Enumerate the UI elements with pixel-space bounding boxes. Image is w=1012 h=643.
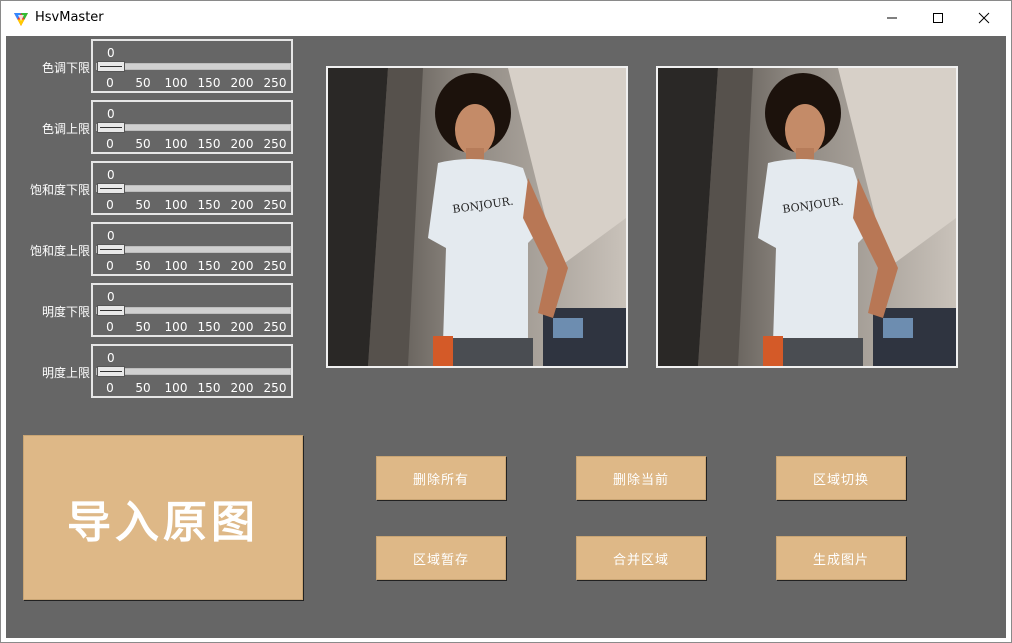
region-store-button[interactable]: 区域暂存 bbox=[376, 536, 506, 580]
photo-man-illustration: BONJOUR. bbox=[658, 68, 956, 366]
slider-tick-label: 150 bbox=[197, 137, 221, 151]
result-image: BONJOUR. bbox=[656, 66, 958, 368]
slider-tick-label: 150 bbox=[197, 259, 221, 273]
trackbar[interactable]: 0 0 50 100 150 200 250 bbox=[91, 283, 293, 337]
slider-tick-label: 200 bbox=[230, 381, 254, 395]
slider-tick-label: 100 bbox=[164, 320, 188, 334]
slider-label: 明度下限 bbox=[41, 305, 90, 319]
slider-thumb[interactable] bbox=[97, 244, 125, 255]
slider-tick-label: 0 bbox=[106, 137, 114, 151]
client-area: 色调下限 0 0 50 100 150 200 250 色调上限 0 0 50 100 150 200 250… bbox=[6, 36, 1006, 638]
slider-tick-label: 200 bbox=[230, 198, 254, 212]
slider-label: 饱和度下限 bbox=[29, 183, 90, 197]
slider-label: 色调上限 bbox=[41, 122, 90, 136]
slider-tick-label: 250 bbox=[263, 320, 287, 334]
maximize-button[interactable] bbox=[915, 1, 961, 35]
color-triangle-icon bbox=[14, 13, 28, 26]
trackbar[interactable]: 0 0 50 100 150 200 250 bbox=[91, 100, 293, 154]
slider-thumb[interactable] bbox=[97, 183, 125, 194]
trackbar[interactable]: 0 0 50 100 150 200 250 bbox=[91, 344, 293, 398]
close-button[interactable] bbox=[961, 1, 1007, 35]
slider-tick-label: 200 bbox=[230, 320, 254, 334]
app-window: HsvMaster 色调下限 0 0 50 100 150 200 250 色调上限 0 0 50 10… bbox=[0, 0, 1012, 643]
slider-value: 0 bbox=[107, 229, 115, 243]
generate-image-button[interactable]: 生成图片 bbox=[776, 536, 906, 580]
slider-tick-label: 50 bbox=[135, 198, 151, 212]
slider-tick-label: 200 bbox=[230, 137, 254, 151]
slider-tick-label: 250 bbox=[263, 137, 287, 151]
photo-man-illustration: BONJOUR. bbox=[328, 68, 626, 366]
minimize-icon bbox=[887, 17, 897, 19]
slider-track[interactable] bbox=[96, 244, 291, 255]
slider-track[interactable] bbox=[96, 122, 291, 133]
slider-thumb[interactable] bbox=[97, 366, 125, 377]
slider-label: 饱和度上限 bbox=[29, 244, 90, 258]
slider-tick-label: 50 bbox=[135, 137, 151, 151]
slider-tick-label: 50 bbox=[135, 76, 151, 90]
merge-regions-button[interactable]: 合并区域 bbox=[576, 536, 706, 580]
delete-all-button[interactable]: 删除所有 bbox=[376, 456, 506, 500]
maximize-icon bbox=[933, 13, 943, 23]
import-image-button[interactable]: 导入原图 bbox=[23, 435, 303, 600]
slider-tick-label: 50 bbox=[135, 320, 151, 334]
slider-tick-label: 50 bbox=[135, 259, 151, 273]
slider-tick-label: 250 bbox=[263, 198, 287, 212]
slider-tick-label: 100 bbox=[164, 198, 188, 212]
slider-value: 0 bbox=[107, 168, 115, 182]
slider-label: 色调下限 bbox=[41, 61, 90, 75]
slider-value: 0 bbox=[107, 46, 115, 60]
delete-current-button[interactable]: 删除当前 bbox=[576, 456, 706, 500]
slider-tick-label: 100 bbox=[164, 137, 188, 151]
title-bar: HsvMaster bbox=[1, 1, 1011, 35]
slider-tick-label: 250 bbox=[263, 381, 287, 395]
slider-label: 明度上限 bbox=[41, 366, 90, 380]
slider-track[interactable] bbox=[96, 183, 291, 194]
slider-tick-label: 0 bbox=[106, 320, 114, 334]
close-icon bbox=[978, 12, 990, 24]
slider-tick-label: 200 bbox=[230, 76, 254, 90]
slider-tick-label: 200 bbox=[230, 259, 254, 273]
slider-tick-label: 0 bbox=[106, 198, 114, 212]
slider-track[interactable] bbox=[96, 305, 291, 316]
slider-tick-label: 150 bbox=[197, 320, 221, 334]
slider-value: 0 bbox=[107, 290, 115, 304]
slider-tick-label: 250 bbox=[263, 259, 287, 273]
slider-tick-label: 50 bbox=[135, 381, 151, 395]
slider-tick-label: 100 bbox=[164, 76, 188, 90]
trackbar[interactable]: 0 0 50 100 150 200 250 bbox=[91, 39, 293, 93]
slider-tick-label: 150 bbox=[197, 198, 221, 212]
slider-tick-label: 150 bbox=[197, 76, 221, 90]
slider-tick-label: 150 bbox=[197, 381, 221, 395]
original-image: BONJOUR. bbox=[326, 66, 628, 368]
slider-value: 0 bbox=[107, 107, 115, 121]
slider-tick-label: 100 bbox=[164, 381, 188, 395]
slider-value: 0 bbox=[107, 351, 115, 365]
trackbar[interactable]: 0 0 50 100 150 200 250 bbox=[91, 222, 293, 276]
slider-track[interactable] bbox=[96, 61, 291, 72]
slider-tick-label: 0 bbox=[106, 381, 114, 395]
trackbar[interactable]: 0 0 50 100 150 200 250 bbox=[91, 161, 293, 215]
minimize-button[interactable] bbox=[869, 1, 915, 35]
slider-tick-label: 0 bbox=[106, 76, 114, 90]
slider-track[interactable] bbox=[96, 366, 291, 377]
slider-thumb[interactable] bbox=[97, 122, 125, 133]
slider-tick-label: 100 bbox=[164, 259, 188, 273]
slider-tick-label: 0 bbox=[106, 259, 114, 273]
slider-thumb[interactable] bbox=[97, 305, 125, 316]
slider-thumb[interactable] bbox=[97, 61, 125, 72]
slider-tick-label: 250 bbox=[263, 76, 287, 90]
window-title: HsvMaster bbox=[35, 10, 104, 25]
region-switch-button[interactable]: 区域切换 bbox=[776, 456, 906, 500]
